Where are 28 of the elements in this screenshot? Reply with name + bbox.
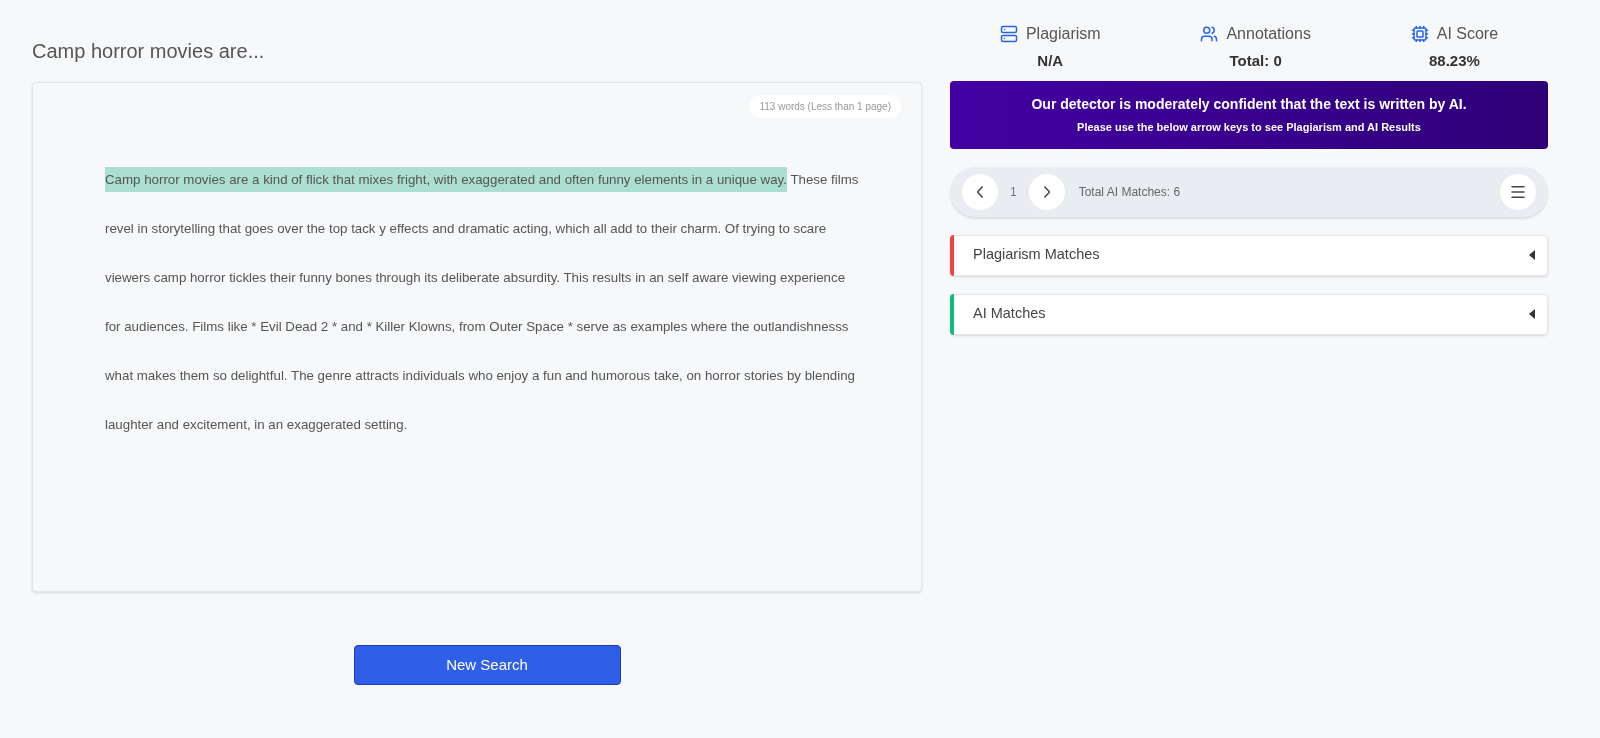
accordion-header[interactable]: Plagiarism Matches	[950, 234, 1548, 276]
accordion-label: AI Matches	[973, 304, 1046, 324]
document-title: Camp horror movies are...	[32, 39, 266, 64]
new-search-button[interactable]: New Search	[353, 645, 621, 685]
match-total: Total AI Matches: 6	[1078, 183, 1181, 201]
server-icon	[999, 25, 1018, 43]
chevron-left-icon	[977, 185, 983, 198]
caret-left-icon	[1529, 309, 1535, 319]
banner-subline: Please use the below arrow keys to see Plagiarism and AI Results	[1077, 119, 1421, 135]
previous-button[interactable]	[962, 173, 998, 210]
stat-label: Plagiarism	[1025, 24, 1101, 44]
users-icon	[1200, 25, 1219, 43]
stat-value: N/A	[1037, 51, 1064, 71]
chevron-right-icon	[1043, 185, 1050, 198]
accordion-header[interactable]: AI Matches	[950, 293, 1548, 335]
document-text: Camp horror movies are a kind of flick that mixes fright, with exaggerated and often funny elements in a unique way. These films revel in storytelling that goes over the top tack y effects and dramatic acting, which all add to their charm. Of trying to scare viewers camp horror tickles their funny bones through its deliberate absurdity. This results in an self aware viewing experience for audiences. Films like * Evil Dead 2 * and * Killer Klowns, from Outer Space * serve as examples where the outlandishnesss what makes them so delightful. The genre attracts individuals who enjoy a fun and humorous take, on horror stories by blending laughter and excitement, in an exaggerated setting.	[105, 155, 861, 449]
stat-label: Annotations	[1226, 24, 1311, 44]
caret-left-icon	[1529, 250, 1535, 260]
accordion-label: Plagiarism Matches	[973, 245, 1100, 265]
stat-value: 88.23%	[1428, 51, 1480, 71]
word-count: 113 words (Less than 1 page)	[749, 95, 901, 118]
menu-button[interactable]	[1500, 173, 1536, 210]
page-number: 1	[1010, 183, 1017, 201]
next-button[interactable]	[1028, 173, 1065, 210]
banner-headline: Our detector is moderately confident that the text is written by AI.	[1031, 94, 1467, 114]
stat-label: AI Score	[1436, 24, 1499, 44]
chip-icon	[1410, 25, 1429, 43]
stat-value: Total: 0	[1229, 51, 1282, 71]
